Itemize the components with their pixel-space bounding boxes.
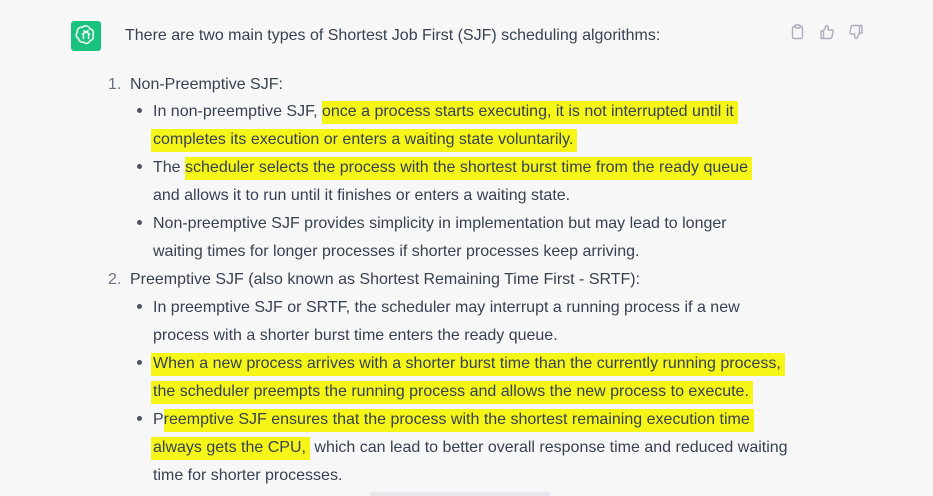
text-segment: P <box>153 411 164 428</box>
text-segment: In non-preemptive SJF, <box>153 103 322 120</box>
bullet-line: When a new process arrives with a shorte… <box>151 353 785 376</box>
scroll-indicator <box>370 492 550 496</box>
bullet-line: process with a shorter burst time enters… <box>153 327 558 344</box>
copy-button[interactable] <box>788 24 807 45</box>
bullet-dot <box>137 416 142 421</box>
bullet-dot <box>137 164 142 169</box>
highlighted-text: completes its execution or enters a wait… <box>151 129 578 152</box>
assistant-avatar <box>71 21 101 51</box>
highlighted-text: once a process starts executing, it is n… <box>321 101 738 124</box>
bullet-line: waiting times for longer processes if sh… <box>153 243 640 260</box>
list-item-title: Preemptive SJF (also known as Shortest R… <box>130 271 641 288</box>
text-segment: which can lead to better overall respons… <box>309 439 788 456</box>
bullet-line: Non-preemptive SJF provides simplicity i… <box>153 215 727 232</box>
highlighted-text: the scheduler preempts the running proce… <box>151 381 753 404</box>
bullet-line: the scheduler preempts the running proce… <box>151 381 753 404</box>
list-number: 2. <box>108 271 122 288</box>
highlighted-text: scheduler selects the process with the s… <box>185 157 752 180</box>
bullet-line: In preemptive SJF or SRTF, the scheduler… <box>153 299 740 316</box>
bullet-dot <box>137 304 142 309</box>
bullet-line: Preemptive SJF ensures that the process … <box>153 409 754 432</box>
bullet-line: completes its execution or enters a wait… <box>151 129 578 152</box>
thumbs-up-icon <box>819 24 835 45</box>
chat-message-view: There are two main types of Shortest Job… <box>0 0 933 496</box>
bullet-line: In non-preemptive SJF, once a process st… <box>153 101 738 124</box>
bullet-dot <box>137 108 142 113</box>
bullet-dot <box>137 220 142 225</box>
thumbs-up-button[interactable] <box>817 24 836 45</box>
highlighted-text: When a new process arrives with a shorte… <box>151 353 785 376</box>
highlighted-text: always gets the CPU, <box>151 437 310 460</box>
text-segment: The <box>153 159 186 176</box>
bullet-line: and allows it to run until it finishes o… <box>153 187 571 204</box>
list-item-1: 1. Non-Preemptive SJF: <box>108 75 283 95</box>
clipboard-icon <box>790 24 805 45</box>
thumbs-down-icon <box>848 24 864 45</box>
intro-text: There are two main types of Shortest Job… <box>125 27 661 44</box>
list-item-title: Non-Preemptive SJF: <box>130 76 283 93</box>
bullet-line: time for shorter processes. <box>153 467 343 484</box>
list-number: 1. <box>108 76 122 93</box>
highlighted-text: reemptive SJF ensures that the process w… <box>163 409 754 432</box>
openai-logo-icon <box>75 23 97 50</box>
bullet-dot <box>137 360 142 365</box>
bullet-line: always gets the CPU, which can lead to b… <box>151 437 788 460</box>
message-actions <box>788 24 865 45</box>
thumbs-down-button[interactable] <box>846 24 865 45</box>
bullet-line: The scheduler selects the process with t… <box>153 157 752 180</box>
list-item-2: 2. Preemptive SJF (also known as Shortest… <box>108 270 640 290</box>
